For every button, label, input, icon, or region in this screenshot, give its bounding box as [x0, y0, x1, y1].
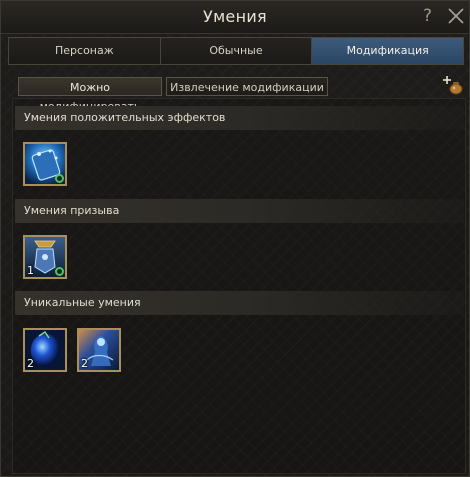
tab-common[interactable]: Обычные: [160, 38, 313, 64]
section-summon-skills-header: Умения призыва: [15, 199, 464, 223]
section-unique-skills-header: Уникальные умения: [15, 291, 464, 315]
skill-buff-slot[interactable]: [23, 142, 67, 186]
skill-count: 1: [27, 264, 34, 277]
skill-unique-slot-1[interactable]: 2: [23, 328, 67, 372]
help-icon[interactable]: ?: [423, 6, 432, 26]
skill-count: 2: [27, 357, 34, 370]
close-icon[interactable]: [447, 6, 465, 26]
add-pouch-icon[interactable]: [443, 75, 463, 95]
main-tabs: Персонаж Обычные Модификация: [8, 37, 464, 65]
skills-panel: [12, 98, 466, 474]
skill-unique-slot-2[interactable]: 2: [77, 328, 121, 372]
subtab-extract-modification[interactable]: Извлечение модификации: [166, 77, 328, 96]
tab-modification[interactable]: Модификация: [312, 38, 464, 64]
subtab-can-modify[interactable]: Можно модифицировать: [18, 77, 162, 113]
tab-character[interactable]: Персонаж: [9, 38, 161, 64]
modified-mark-icon: [55, 174, 64, 183]
section-buff-skills-header: Умения положительных эффектов: [15, 106, 464, 130]
skill-summon-slot[interactable]: 1: [23, 235, 67, 279]
title-bar[interactable]: Умения ?: [1, 1, 469, 34]
skill-count: 2: [81, 357, 88, 370]
modified-mark-icon: [55, 267, 64, 276]
window-title: Умения: [203, 7, 267, 26]
skills-window: Умения ? Персонаж Обычные Модификация Мо…: [0, 0, 470, 477]
